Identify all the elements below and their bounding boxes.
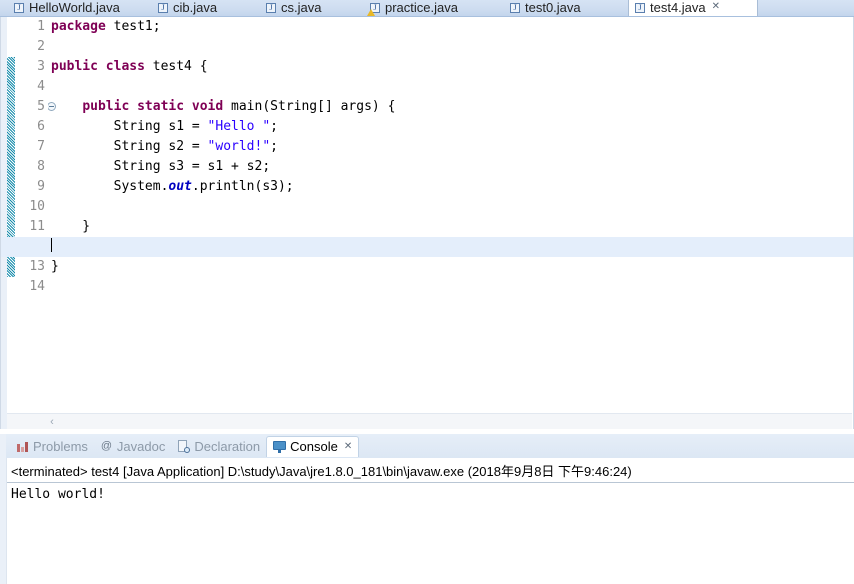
panel-tab-javadoc[interactable]: @ Javadoc <box>94 436 171 457</box>
line-number[interactable]: 10 <box>15 197 47 217</box>
scroll-left-arrow-icon[interactable]: ‹ <box>45 416 59 428</box>
gutter-separator <box>47 17 48 429</box>
editor-tab-test4-java[interactable]: Jtest4.java ✕ <box>628 0 758 16</box>
panel-tab-console[interactable]: Console ✕ <box>266 435 360 457</box>
java-file-icon: J <box>510 3 521 14</box>
line-number[interactable]: 7 <box>15 137 47 157</box>
editor-tab-label: cib.java <box>173 0 218 15</box>
java-file-icon: J <box>14 3 25 14</box>
code-token-plain: } <box>51 219 91 234</box>
code-token-kw: package <box>51 19 114 34</box>
code-line[interactable] <box>49 197 853 217</box>
line-number[interactable]: 14 <box>15 277 47 297</box>
java-file-icon: J <box>266 3 277 14</box>
code-content[interactable]: package test1; public class test4 { publi… <box>1 17 853 429</box>
code-line[interactable] <box>49 77 853 97</box>
code-line[interactable]: } <box>49 257 853 277</box>
code-token-plain: System. <box>51 179 169 194</box>
editor-tab-cib-java[interactable]: Jcib.java <box>152 0 244 16</box>
editor-tab-label: cs.java <box>281 0 322 15</box>
java-file-icon: J <box>635 3 646 14</box>
editor-tab-label: test4.java <box>650 0 706 15</box>
line-number[interactable]: 1 <box>15 17 47 37</box>
line-number[interactable]: 8 <box>15 157 47 177</box>
code-token-plain: main(String[] args) { <box>231 99 396 114</box>
code-token-plain: test4 { <box>152 59 208 74</box>
line-number[interactable]: 13 <box>15 257 47 277</box>
editor-tab-label: test0.java <box>525 0 581 15</box>
code-token-plain: .println(s3); <box>191 179 294 194</box>
code-line[interactable]: } <box>49 217 853 237</box>
editor-tab-label: practice.java <box>385 0 458 15</box>
line-number[interactable]: 5 <box>15 97 56 117</box>
editor-tab-label: HelloWorld.java <box>29 0 120 15</box>
bottom-panel: Problems @ Javadoc Declaration Console ✕ <ter… <box>0 434 854 584</box>
javadoc-icon: @ <box>100 439 112 452</box>
line-number[interactable]: 11 <box>15 217 47 237</box>
code-token-plain: ; <box>270 119 278 134</box>
problems-icon <box>16 440 29 453</box>
code-token-kw: public static void <box>82 99 232 114</box>
java-file-warning-icon: J <box>367 3 381 16</box>
editor-horizontal-scrollbar[interactable]: ‹ <box>7 413 852 429</box>
text-caret <box>51 238 52 252</box>
code-line[interactable]: String s1 = "Hello "; <box>49 117 853 137</box>
code-line[interactable] <box>49 37 853 57</box>
line-number[interactable]: 2 <box>15 37 47 57</box>
console-icon <box>273 440 287 453</box>
panel-tab-label: Console <box>290 439 338 454</box>
line-number[interactable]: 9 <box>15 177 47 197</box>
declaration-icon <box>177 439 191 453</box>
code-token-field: out <box>168 179 192 194</box>
panel-tab-label: Problems <box>33 438 88 454</box>
console-process-header: <terminated> test4 [Java Application] D:… <box>7 458 854 483</box>
code-line[interactable]: String s3 = s1 + s2; <box>49 157 853 177</box>
editor-tab-test0-java[interactable]: Jtest0.java <box>504 0 602 16</box>
code-line[interactable] <box>49 277 853 297</box>
code-line[interactable]: String s2 = "world!"; <box>49 137 853 157</box>
code-token-plain: } <box>51 259 59 274</box>
code-line[interactable]: public class test4 { <box>49 57 853 77</box>
panel-tab-close-icon[interactable]: ✕ <box>344 441 352 452</box>
editor-tab-close-icon[interactable]: ✕ <box>712 0 720 14</box>
code-line[interactable] <box>1 237 853 257</box>
code-line[interactable]: System.out.println(s3); <box>49 177 853 197</box>
editor-tab-cs-java[interactable]: Jcs.java <box>260 0 346 16</box>
editor-tab-helloworld-java[interactable]: J HelloWorld.java <box>8 0 138 16</box>
code-line[interactable]: public static void main(String[] args) { <box>49 97 853 117</box>
panel-tab-bar: Problems @ Javadoc Declaration Console ✕ <box>6 434 854 458</box>
line-number[interactable]: 4 <box>15 77 47 97</box>
line-number[interactable]: 6 <box>15 117 47 137</box>
editor-tab-bar: J HelloWorld.java Jcib.java Jcs.java Jpracti… <box>0 0 854 17</box>
code-token-str: "Hello " <box>207 119 271 134</box>
panel-tab-problems[interactable]: Problems <box>10 436 94 457</box>
code-line[interactable]: package test1; <box>49 17 853 37</box>
code-token-str: "world!" <box>207 139 271 154</box>
code-token-plain: test1; <box>113 19 161 34</box>
line-number-gutter[interactable]: 1234567891011121314 <box>15 17 56 429</box>
console-view[interactable]: <terminated> test4 [Java Application] D:… <box>6 458 854 584</box>
line-number[interactable]: 3 <box>15 57 47 77</box>
code-token-plain: String s3 = s1 + s2; <box>51 159 271 174</box>
code-token-plain: String s1 = <box>51 119 208 134</box>
console-output-text: Hello world! <box>11 487 105 502</box>
editor-tab-practice-java[interactable]: Jpractice.java <box>364 0 486 16</box>
panel-tab-label: Javadoc <box>116 438 166 454</box>
java-file-icon: J <box>158 3 169 14</box>
code-editor[interactable]: 1234567891011121314 package test1;public… <box>0 17 854 429</box>
code-token-kw: public class <box>51 59 153 74</box>
panel-tab-declaration[interactable]: Declaration <box>171 436 266 457</box>
panel-tab-label: Declaration <box>194 438 261 454</box>
code-token-plain: ; <box>270 139 278 154</box>
code-token-plain: String s2 = <box>51 139 208 154</box>
